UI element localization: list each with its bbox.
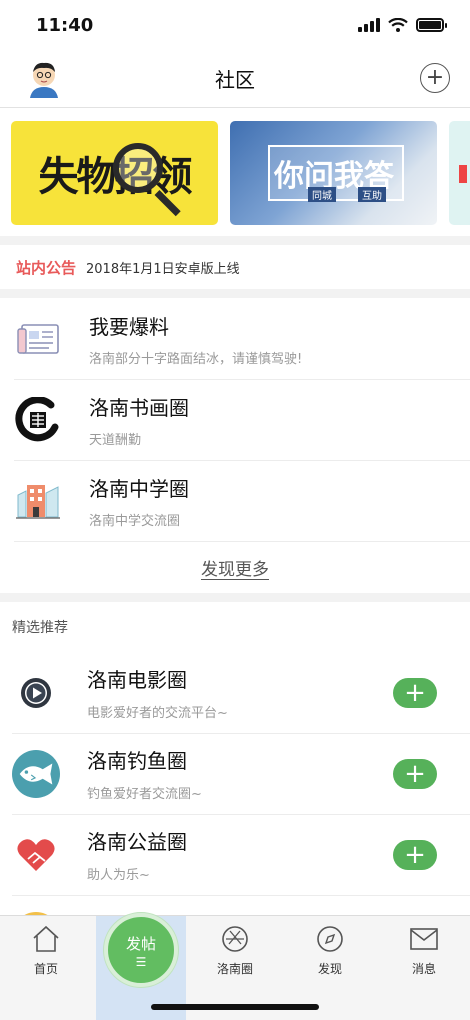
list-item-desc: 助人为乐~ (87, 868, 150, 883)
recommend-heading: 精选推荐 (12, 620, 68, 636)
banner-qa-tags: 同城 互助 (308, 187, 386, 202)
banner-next-peek[interactable] (449, 121, 470, 225)
tab-label: 洛南圈 (216, 962, 253, 976)
mail-icon (409, 924, 439, 954)
circle-list: 我要爆料 洛南部分十字路面结冰，请谨慎驾驶! 洛南书画圈 天道酬勤 洛南中学圈 … (0, 298, 470, 593)
nav-bar: 社区 + (0, 50, 470, 108)
list-item[interactable]: 我要爆料 洛南部分十字路面结冰，请谨慎驾驶! (0, 298, 470, 379)
calligraphy-icon (14, 396, 62, 444)
section-divider (0, 289, 470, 298)
status-icons (358, 18, 447, 32)
heart-hands-icon (12, 831, 60, 879)
list-item-desc: 电影爱好者的交流平台~ (87, 706, 228, 721)
home-icon (31, 924, 61, 954)
notice-text: 2018年1月1日安卓版上线 (86, 261, 240, 277)
fish-icon (12, 749, 60, 798)
list-item[interactable]: 洛南钓鱼圈 钓鱼爱好者交流圈~ + (0, 733, 470, 814)
signal-icon (358, 18, 380, 32)
banner-carousel[interactable]: 失物招领 你问我答 同城 互助 (0, 108, 470, 236)
join-button[interactable]: + (393, 758, 437, 789)
list-item-desc: 钓鱼爱好者交流圈~ (87, 787, 202, 802)
tab-label: 消息 (411, 962, 436, 976)
tab-label: 发现 (317, 962, 342, 976)
status-bar: 11:40 (0, 0, 470, 50)
list-item[interactable]: 洛南电影圈 电影爱好者的交流平台~ + (0, 652, 470, 733)
list-item[interactable]: 洛南公益圈 助人为乐~ + (0, 814, 470, 895)
tab-messages[interactable]: 消息 (394, 924, 454, 977)
discover-more-link[interactable]: 发现更多 (201, 555, 269, 580)
add-circle-button[interactable]: + (420, 63, 450, 93)
compass-icon (315, 924, 345, 954)
post-label: 发帖 (125, 934, 156, 953)
tab-bar: 首页 发帖 ☰ 洛南圈 发现 消息 (0, 913, 470, 1020)
aperture-icon (220, 924, 250, 954)
avatar[interactable] (26, 60, 62, 98)
list-item-title: 洛南书画圈 (89, 395, 189, 420)
list-item-title: 我要爆料 (89, 314, 169, 339)
plus-icon: + (425, 65, 445, 90)
list-item-title: 洛南钓鱼圈 (87, 749, 187, 773)
list-item-desc: 天道酬勤 (89, 432, 142, 448)
tab-label: 首页 (33, 962, 58, 976)
list-item-title: 洛南公益圈 (87, 830, 187, 854)
magnifier-icon (113, 143, 163, 193)
banner-qa[interactable]: 你问我答 同城 互助 (230, 121, 437, 225)
list-item-desc: 洛南中学交流圈 (89, 513, 181, 529)
tab-discover[interactable]: 发现 (300, 924, 360, 977)
post-button[interactable]: 发帖 ☰ (104, 913, 178, 987)
list-item[interactable]: 洛南中学圈 洛南中学交流圈 (0, 460, 470, 541)
banner-qa-tag: 同城 (308, 187, 336, 202)
site-notice[interactable]: 站内公告 2018年1月1日安卓版上线 (0, 245, 470, 289)
banner-lost-found[interactable]: 失物招领 (11, 121, 218, 225)
section-divider (0, 593, 470, 602)
join-button[interactable]: + (393, 839, 437, 870)
more-row: 发现更多 (0, 541, 470, 593)
battery-icon (416, 18, 447, 32)
wifi-icon (388, 18, 408, 32)
list-item-title: 洛南中学圈 (89, 476, 189, 501)
banner-qa-tag: 互助 (358, 187, 386, 202)
tab-luonan-circle[interactable]: 洛南圈 (205, 924, 265, 977)
list-item[interactable]: 洛南书画圈 天道酬勤 (0, 379, 470, 460)
post-icon: ☰ (135, 954, 147, 969)
join-button[interactable]: + (393, 677, 437, 708)
tab-home[interactable]: 首页 (16, 924, 76, 977)
status-time: 11:40 (36, 14, 94, 36)
home-indicator (151, 1004, 319, 1010)
section-divider (0, 236, 470, 245)
newspaper-icon (14, 315, 62, 363)
page-title: 社区 (215, 68, 255, 92)
list-item-desc: 洛南部分十字路面结冰，请谨慎驾驶! (89, 351, 303, 367)
notice-tag: 站内公告 (16, 258, 77, 277)
play-icon (12, 669, 60, 717)
school-building-icon (14, 477, 62, 525)
list-item-title: 洛南电影圈 (87, 668, 187, 692)
